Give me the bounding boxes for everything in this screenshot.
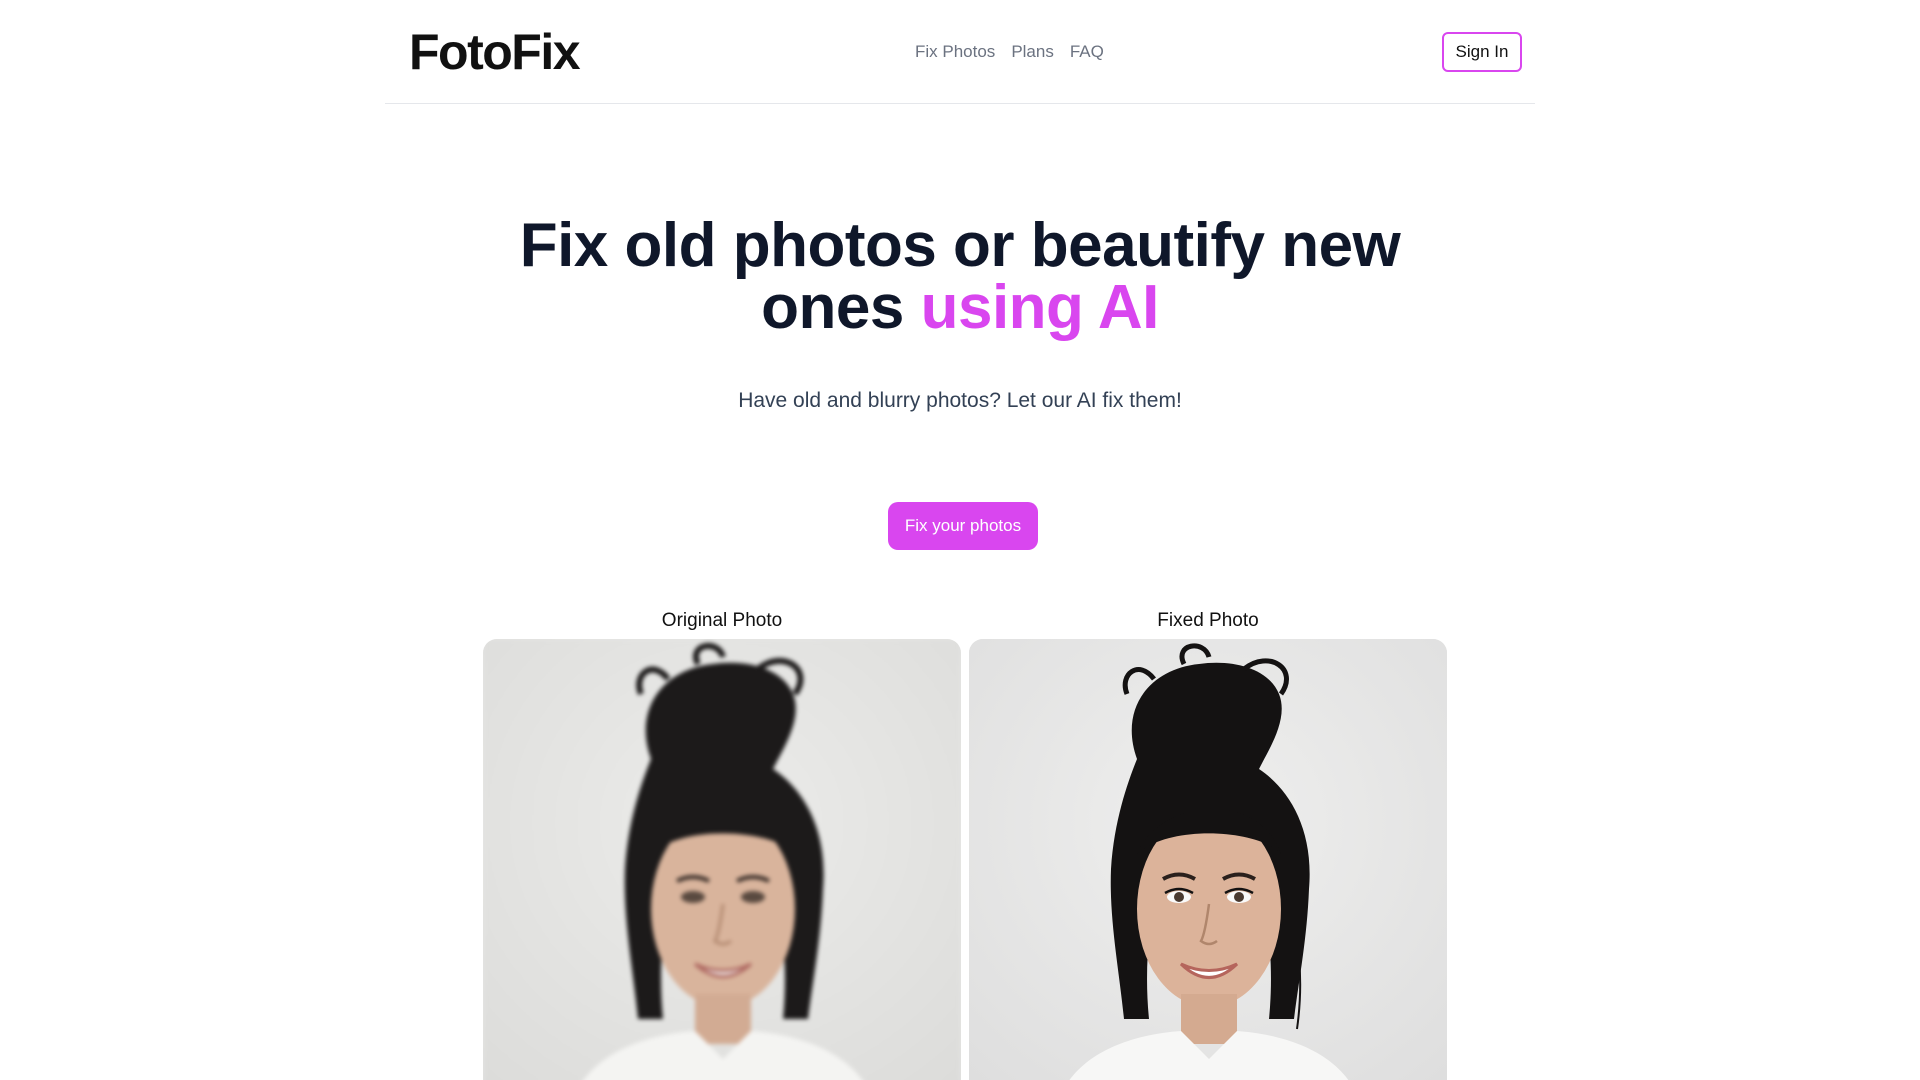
nav-item-fix-photos[interactable]: Fix Photos [915, 40, 995, 64]
page: FotoFix Fix Photos Plans FAQ Sign In Fix… [0, 0, 1920, 1080]
nav-item-plans[interactable]: Plans [1011, 40, 1054, 64]
nav-item-faq[interactable]: FAQ [1070, 40, 1104, 64]
fixed-photo-label: Fixed Photo [1157, 610, 1259, 631]
hero-subtitle: Have old and blurry photos? Let our AI f… [738, 389, 1182, 412]
fix-photos-button[interactable]: Fix your photos [888, 502, 1038, 550]
hero-title: Fix old photos or beautify new ones usin… [460, 215, 1460, 339]
portrait-blurry-image [483, 639, 961, 1080]
logo[interactable]: FotoFix [409, 21, 581, 83]
main-nav: Fix Photos Plans FAQ [915, 40, 1104, 64]
hero-title-accent: using AI [920, 273, 1160, 342]
site-header: FotoFix Fix Photos Plans FAQ Sign In [385, 0, 1535, 104]
portrait-sharp-image [969, 639, 1447, 1080]
original-photo-image [483, 639, 961, 1080]
fixed-photo-image [969, 639, 1447, 1080]
sign-in-button[interactable]: Sign In [1442, 32, 1522, 72]
original-photo-label: Original Photo [661, 610, 783, 631]
